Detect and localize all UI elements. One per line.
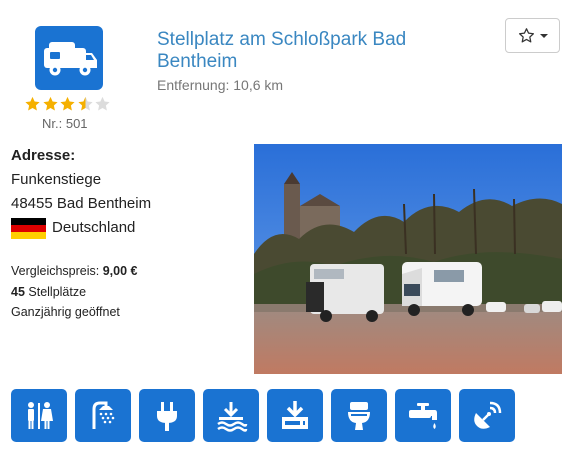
season-line: Ganzjährig geöffnet xyxy=(11,305,120,319)
spots-label: Stellplätze xyxy=(24,285,87,299)
price-value: 9,00 € xyxy=(102,264,138,278)
campsite-photo[interactable] xyxy=(254,144,562,374)
water-disposal-icon[interactable] xyxy=(203,389,259,442)
wc-icon[interactable] xyxy=(331,389,387,442)
address-city: 48455 Bad Bentheim xyxy=(11,195,152,212)
toilet-people-icon[interactable] xyxy=(11,389,67,442)
page-title[interactable]: Stellplatz am Schloßpark Bad Bentheim xyxy=(157,29,457,73)
water-tap-icon[interactable] xyxy=(395,389,451,442)
address-heading: Adresse: xyxy=(11,147,76,164)
motorhome-icon xyxy=(35,26,103,90)
star-outline-icon xyxy=(518,28,534,43)
place-number: Nr.: 501 xyxy=(42,116,88,131)
spots-count: 45 xyxy=(11,285,25,299)
star-empty-icon xyxy=(95,96,110,111)
spots-line: 45 Stellplätze xyxy=(11,285,86,299)
price-label: Vergleichspreis: xyxy=(11,264,103,278)
power-plug-icon[interactable] xyxy=(139,389,195,442)
rating-stars xyxy=(24,95,112,115)
wifi-satellite-icon[interactable] xyxy=(459,389,515,442)
star-full-icon xyxy=(25,96,40,111)
distance-label: Entfernung: 10,6 km xyxy=(157,77,284,93)
address-country: Deutschland xyxy=(52,219,136,236)
address-street: Funkenstiege xyxy=(11,171,102,188)
star-full-icon xyxy=(60,96,75,111)
germany-flag-icon xyxy=(11,218,46,239)
price-line: Vergleichspreis: 9,00 € xyxy=(11,264,137,278)
shower-icon[interactable] xyxy=(75,389,131,442)
star-full-icon xyxy=(42,96,58,111)
waste-disposal-icon[interactable] xyxy=(267,389,323,442)
favorite-button[interactable] xyxy=(505,18,560,53)
chevron-down-icon xyxy=(539,33,548,38)
amenities-bar xyxy=(11,389,515,442)
star-half-icon xyxy=(77,96,93,111)
